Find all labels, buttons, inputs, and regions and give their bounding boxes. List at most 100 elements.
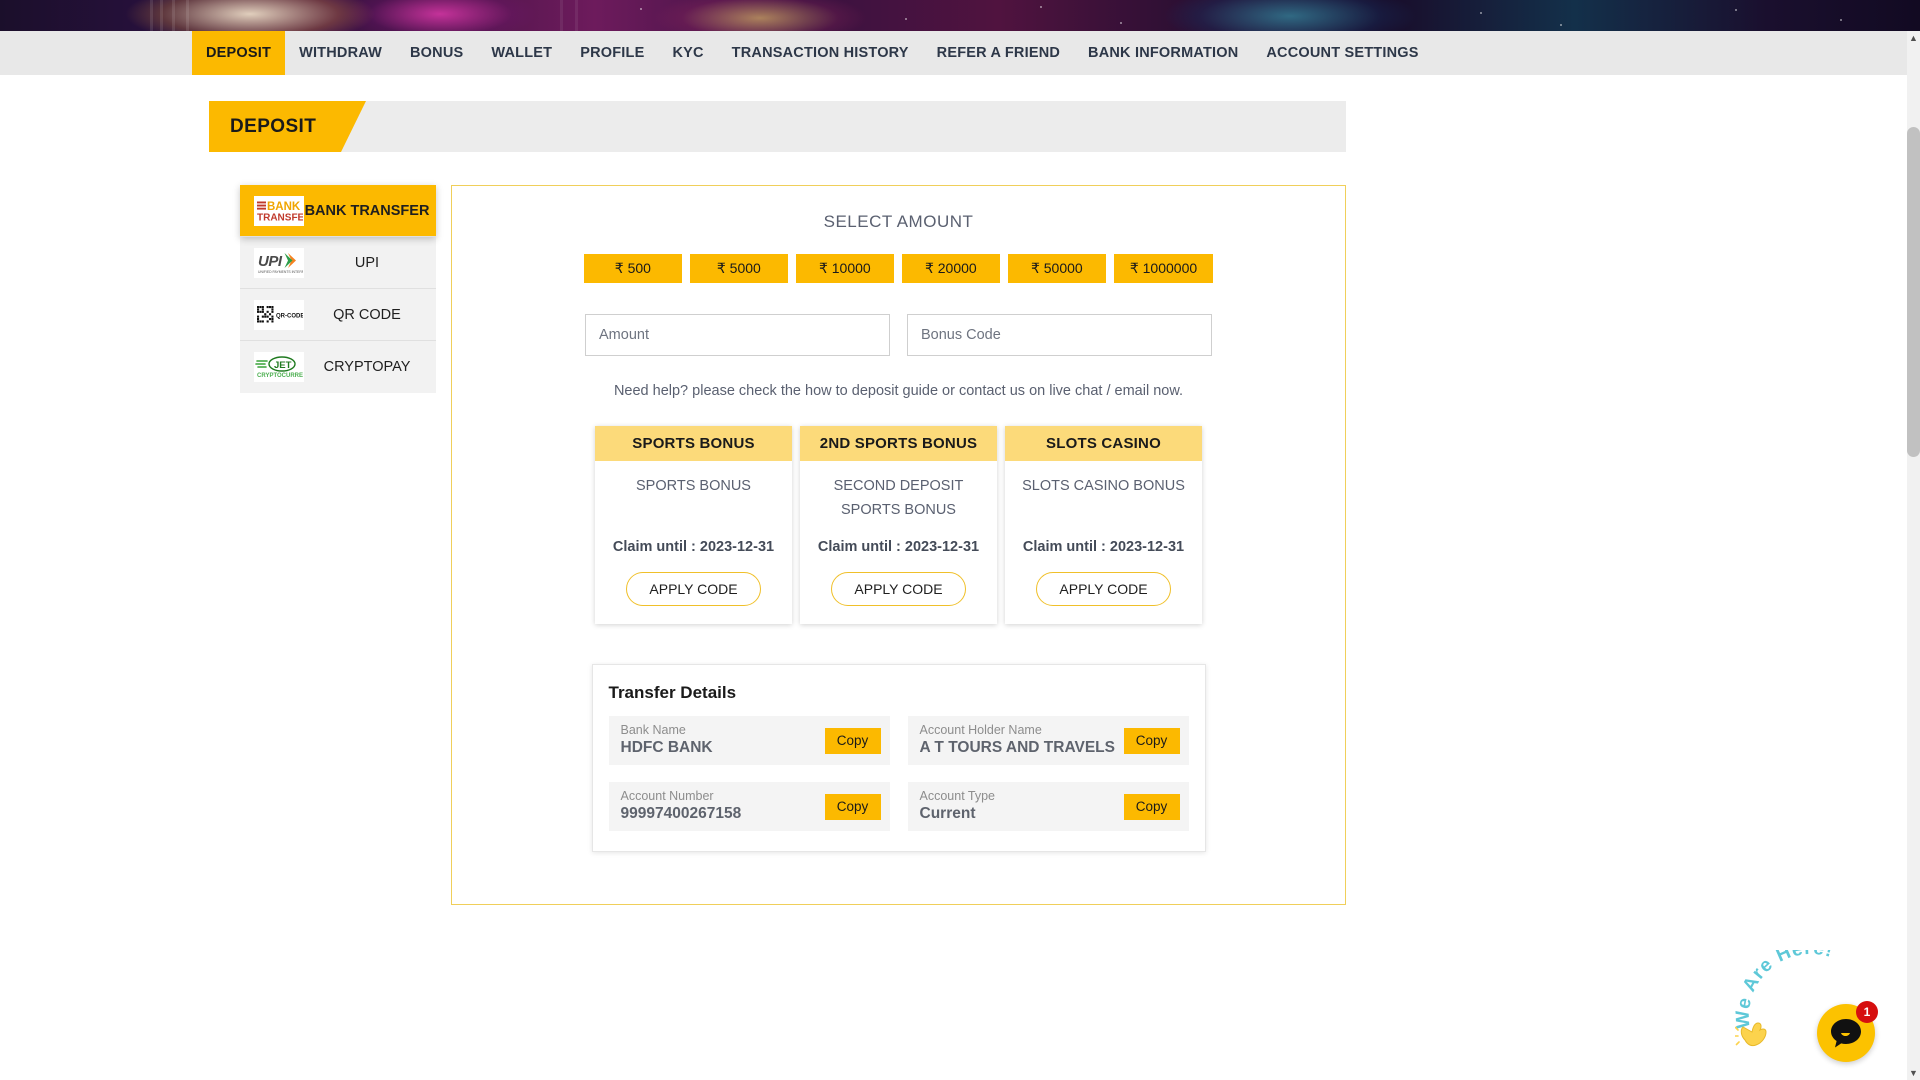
payment-method-label: CRYPTOPAY [323,359,411,375]
bonus-card: SLOTS CASINO SLOTS CASINO BONUS Claim unti… [1005,426,1202,624]
nav-item-transaction-history[interactable]: TRANSACTION HISTORY [718,31,923,75]
transfer-details-grid: Bank Name HDFC BANK Copy Account Holder Nam… [608,716,1189,831]
amount-preset-500[interactable]: ₹ 500 [583,254,682,283]
svg-text:BANK: BANK [267,201,301,213]
payment-method-bank-transfer[interactable]: BANK TRANSFER BANK TRANSFER [240,185,436,237]
nav-item-kyc[interactable]: KYC [658,31,717,75]
nav-item-refer-a-friend[interactable]: REFER A FRIEND [923,31,1074,75]
bonus-card-list: SPORTS BONUS SPORTS BONUS Claim until : 20… [452,426,1345,624]
svg-text:UPI: UPI [258,253,283,270]
payment-method-qr-code[interactable]: QR-CODE QR CODE [240,289,436,341]
nav-item-deposit[interactable]: DEPOSIT [192,31,286,75]
payment-method-label: BANK TRANSFER [304,202,430,219]
transfer-detail-texts: Account Number 99997400267158 [621,788,825,826]
amount-preset-20000[interactable]: ₹ 20000 [901,254,1000,283]
chat-unread-badge: 1 [1856,1001,1878,1023]
transfer-detail-row: Account Type Current Copy [907,782,1189,831]
bonus-card-description: SPORTS BONUS [636,478,751,494]
transfer-detail-value: HDFC BANK [620,739,713,757]
svg-text:QR-CODE: QR-CODE [276,313,303,319]
payment-method-label: QR CODE [333,306,401,323]
svg-text:CRYPTOCURRENCY: CRYPTOCURRENCY [257,373,303,379]
page-title: DEPOSIT [230,115,317,137]
transfer-detail-label: Account Type [919,788,996,803]
bonus-card: SPORTS BONUS SPORTS BONUS Claim until : 20… [595,426,792,624]
jet-cryptocurrency-logo: JET CRYPTOCURRENCY [254,352,304,382]
nav-item-withdraw[interactable]: WITHDRAW [285,31,396,75]
payment-method-label: UPI [354,254,380,271]
qr-code-logo: QR-CODE [257,305,303,322]
bonus-card-claim-until: Claim until : 2023-12-31 [817,539,980,555]
transfer-detail-value: Current [919,805,976,823]
copy-button[interactable]: Copy [824,727,881,754]
page-header: DEPOSIT [209,101,1346,152]
transfer-detail-texts: Account Holder Name A T TOURS AND TRAVELS [920,722,1124,760]
upi-logo: UPI UNIFIED PAYMENTS INTERFACE [258,252,303,274]
scroll-up-arrow[interactable]: ▲ [1907,31,1920,45]
transfer-detail-row: Bank Name HDFC BANK Copy [608,716,890,765]
bonus-card-claim-until: Claim until : 2023-12-31 [1022,539,1185,555]
transfer-details-card: Transfer Details Bank Name HDFC BANK Copy A… [591,664,1206,852]
apply-code-button[interactable]: APPLY CODE [831,572,966,606]
nav-item-bonus[interactable]: BONUS [396,31,477,75]
payment-method-list: BANK TRANSFER BANK TRANSFER UPI UNIFIED … [240,185,436,905]
nav-item-bank-information[interactable]: BANK INFORMATION [1074,31,1252,75]
amount-preset-10000[interactable]: ₹ 10000 [795,254,894,283]
transfer-detail-row: Account Number 99997400267158 Copy [608,782,890,831]
svg-text:UNIFIED PAYMENTS INTERFACE: UNIFIED PAYMENTS INTERFACE [258,270,303,274]
payment-method-cryptopay[interactable]: JET CRYPTOCURRENCY CRYPTOPAY [240,341,436,393]
scroll-down-arrow[interactable]: ▼ [1907,1066,1920,1080]
amount-preset-50000[interactable]: ₹ 50000 [1007,254,1106,283]
copy-button[interactable]: Copy [1123,727,1180,754]
transfer-detail-label: Account Holder Name [919,722,1042,737]
page-scrollbar[interactable]: ▲ ▼ [1907,31,1920,1080]
transfer-details-title: Transfer Details [608,683,737,702]
jet-cryptocurrency-logo: JET CRYPTOCURRENCY [255,356,303,379]
transfer-detail-texts: Account Type Current [920,788,1124,826]
qr-code-logo: QR-CODE [254,299,304,330]
page-title-ribbon: DEPOSIT [209,101,366,152]
bank-transfer-logo: BANK TRANSFER [257,201,303,223]
transfer-detail-value: A T TOURS AND TRAVELS [919,739,1115,757]
apply-code-button[interactable]: APPLY CODE [626,572,761,606]
transfer-detail-label: Account Number [620,788,714,803]
copy-button[interactable]: Copy [1123,793,1180,820]
live-chat-widget[interactable]: We Are Here! 1 [1733,950,1883,1070]
bonus-card-title: 2ND SPORTS BONUS [800,426,997,461]
bonus-code-input[interactable] [907,314,1212,356]
main-navigation: DEPOSIT WITHDRAW BONUS WALLET PROFILE KYC TRAN… [0,31,1920,75]
amount-preset-1000000[interactable]: ₹ 1000000 [1113,254,1214,283]
svg-text:JET: JET [274,360,292,371]
amount-preset-buttons: ₹ 500 ₹ 5000 ₹ 10000 ₹ 20000 ₹ 50000 ₹ 100000… [452,254,1345,283]
nav-item-account-settings[interactable]: ACCOUNT SETTINGS [1252,31,1432,75]
promo-banner-image [0,0,1920,31]
deposit-inputs [452,314,1345,356]
svg-text:TRANSFER: TRANSFER [257,212,303,223]
scrollbar-thumb[interactable] [1907,127,1920,457]
nav-item-profile[interactable]: PROFILE [566,31,658,75]
upi-logo: UPI UNIFIED PAYMENTS INTERFACE [254,247,304,278]
amount-input[interactable] [585,314,890,356]
bonus-card-claim-until: Claim until : 2023-12-31 [612,539,775,555]
apply-code-button[interactable]: APPLY CODE [1036,572,1171,606]
transfer-detail-row: Account Holder Name A T TOURS AND TRAVELS… [907,716,1189,765]
chat-bubble-icon [1831,1019,1861,1048]
chat-launcher-button[interactable]: 1 [1817,1001,1878,1062]
copy-button[interactable]: Copy [824,793,881,820]
payment-method-upi[interactable]: UPI UNIFIED PAYMENTS INTERFACE UPI [240,237,436,289]
bonus-card: 2ND SPORTS BONUS SECOND DEPOSIT SPORTS BO… [800,426,997,624]
transfer-detail-texts: Bank Name HDFC BANK [621,722,825,760]
bonus-card-title: SLOTS CASINO [1005,426,1202,461]
nav-item-wallet[interactable]: WALLET [477,31,566,75]
bonus-card-description: SLOTS CASINO BONUS [1022,478,1185,494]
page-content: DEPOSIT BANK TRANSFER BANK TRANSFER UPI … [0,75,1907,1080]
help-text: Need help? please check the how to depos… [613,383,1184,399]
deposit-panel: SELECT AMOUNT ₹ 500 ₹ 5000 ₹ 10000 ₹ 20000 ₹… [451,185,1346,905]
amount-preset-5000[interactable]: ₹ 5000 [689,254,788,283]
bonus-card-title: SPORTS BONUS [595,426,792,461]
bank-transfer-logo: BANK TRANSFER [254,195,304,226]
deposit-container: DEPOSIT BANK TRANSFER BANK TRANSFER UPI … [209,101,1346,905]
transfer-detail-label: Bank Name [620,722,686,737]
bonus-card-description: SECOND DEPOSIT SPORTS BONUS [833,478,964,518]
transfer-detail-value: 99997400267158 [620,805,742,823]
